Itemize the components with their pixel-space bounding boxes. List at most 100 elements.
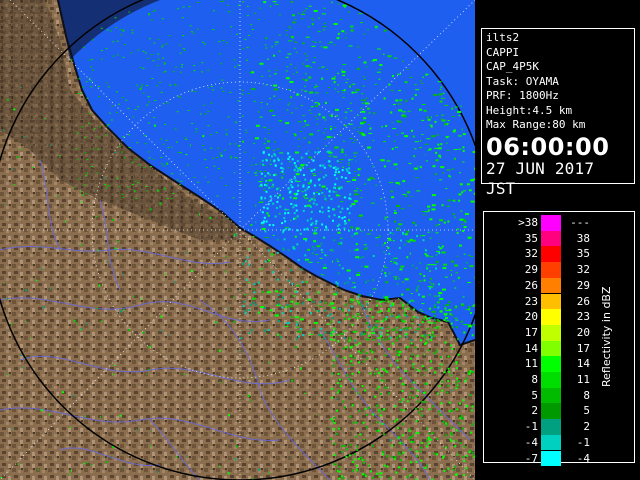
echo-cell [296, 215, 299, 218]
echo-cell [441, 114, 445, 116]
legend-swatch [541, 293, 561, 310]
echo-cell [399, 268, 403, 271]
echo-cell [351, 203, 356, 206]
echo-cell [430, 336, 433, 339]
echo-cell [397, 103, 402, 105]
echo-cell [334, 87, 337, 90]
echo-cell [268, 179, 273, 182]
echo-cell [338, 307, 341, 310]
echo-cell [348, 377, 351, 380]
echo-cell [359, 303, 362, 306]
echo-cell [386, 160, 391, 162]
echo-cell [394, 277, 397, 280]
echo-cell [348, 229, 351, 232]
echo-cell [190, 270, 193, 272]
echo-cell [165, 43, 168, 45]
echo-cell [118, 145, 121, 147]
echo-cell [263, 1, 267, 4]
echo-cell [293, 47, 296, 49]
echo-cell [335, 291, 338, 294]
echo-cell [263, 329, 266, 332]
echo-cell [207, 111, 210, 112]
echo-cell [356, 130, 359, 132]
echo-cell [433, 295, 438, 297]
echo-cell [445, 317, 448, 319]
echo-cell [366, 303, 369, 306]
legend-high-value: 17 [576, 341, 590, 355]
echo-cell [217, 147, 219, 149]
echo-cell [309, 205, 312, 208]
echo-cell [151, 78, 154, 79]
echo-cell [11, 323, 13, 326]
echo-cell [471, 178, 475, 180]
echo-cell [351, 372, 354, 375]
echo-cell [418, 293, 421, 296]
echo-cell [290, 112, 293, 114]
echo-cell [278, 34, 281, 36]
echo-cell [385, 370, 388, 373]
echo-cell [219, 1, 222, 2]
echo-cell [372, 288, 377, 290]
echo-cell [404, 81, 408, 84]
echo-cell [316, 123, 319, 125]
echo-cell [90, 86, 93, 88]
echo-cell [95, 215, 98, 217]
echo-cell [385, 281, 389, 284]
echo-cell [122, 29, 125, 31]
echo-cell [365, 352, 368, 354]
echo-cell [308, 109, 311, 111]
echo-cell [282, 231, 284, 234]
echo-cell [430, 322, 433, 324]
echo-cell [357, 301, 360, 304]
echo-cell [152, 60, 155, 62]
echo-cell [357, 350, 360, 353]
echo-cell [326, 136, 331, 139]
echo-cell [348, 368, 351, 370]
echo-cell [273, 88, 278, 91]
echo-cell [319, 301, 322, 304]
echo-cell [131, 29, 134, 31]
echo-cell [327, 43, 330, 45]
echo-cell [251, 29, 254, 30]
echo-cell [340, 176, 343, 179]
echo-cell [376, 71, 381, 73]
echo-cell [266, 291, 271, 294]
echo-cell [248, 282, 251, 284]
echo-cell [299, 318, 304, 321]
echo-cell [364, 308, 367, 311]
echo-cell [225, 129, 228, 131]
echo-cell [454, 106, 458, 108]
echo-cell [272, 1, 277, 3]
echo-cell [384, 242, 386, 245]
echo-cell [234, 157, 237, 158]
echo-cell [255, 175, 258, 176]
echo-cell [157, 38, 160, 40]
echo-cell [323, 195, 326, 197]
echo-cell [290, 40, 293, 42]
echo-cell [302, 12, 305, 14]
height-value: Height:4.5 km [486, 103, 573, 117]
echo-cell [368, 112, 371, 114]
echo-cell [268, 153, 270, 156]
echo-cell [382, 53, 385, 55]
radar-info-panel: ilts2 CAPPI CAP_4P5K Task: OYAMA PRF: 18… [481, 28, 635, 198]
echo-cell [398, 351, 401, 354]
echo-cell [470, 256, 474, 257]
echo-cell [421, 134, 424, 135]
echo-cell [342, 64, 347, 65]
echo-cell [333, 156, 338, 158]
echo-cell [185, 154, 188, 156]
echo-cell [254, 303, 257, 306]
echo-cell [332, 190, 335, 193]
echo-cell [328, 155, 331, 157]
echo-cell [405, 99, 408, 102]
echo-cell [280, 166, 283, 169]
echo-cell [451, 168, 455, 170]
echo-cell [167, 334, 169, 336]
radar-map[interactable] [0, 0, 475, 480]
echo-cell [220, 87, 223, 89]
echo-cell [411, 264, 414, 267]
echo-cell [370, 177, 372, 179]
echo-cell [342, 97, 345, 99]
echo-cell [246, 47, 249, 49]
